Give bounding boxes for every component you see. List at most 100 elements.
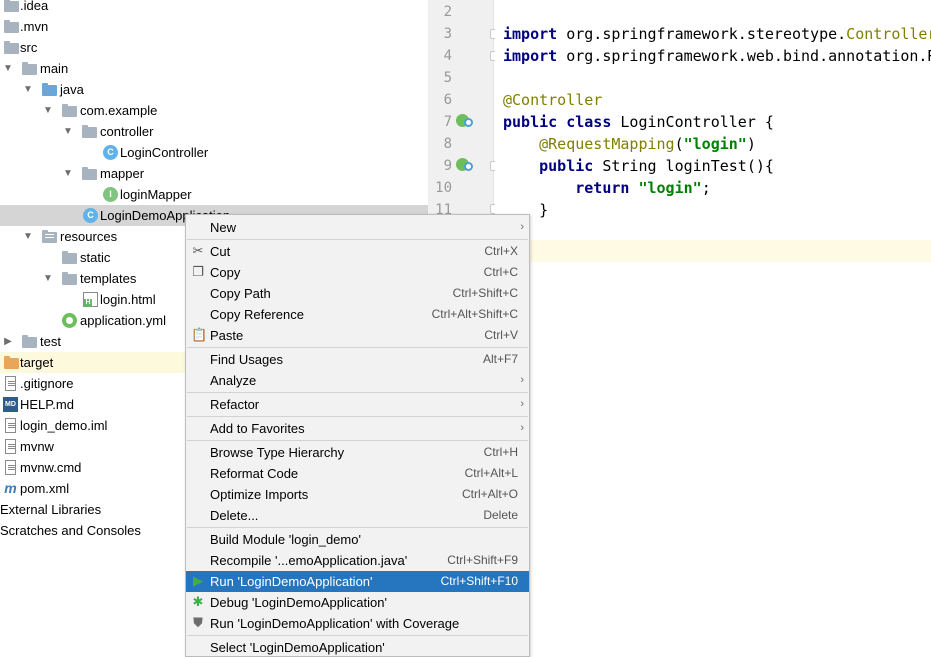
submenu-arrow-icon: › xyxy=(520,221,524,233)
tree-item-mapper[interactable]: ▼ mapper xyxy=(0,163,428,184)
tree-item-label: .mvn xyxy=(20,19,49,34)
code-line-10: return "login"; xyxy=(575,179,711,197)
menu-separator xyxy=(187,392,528,393)
code-line-9: public String loginTest(){ xyxy=(539,157,774,175)
menu-item-reformat-code[interactable]: Reformat Code Ctrl+Alt+L xyxy=(186,463,529,484)
tree-item-main[interactable]: ▼ main xyxy=(0,58,428,79)
code-line-4: import org.springframework.web.bind.anno… xyxy=(503,47,931,65)
menu-item-copy[interactable]: ❐ Copy Ctrl+C xyxy=(186,262,529,283)
menu-item-refactor[interactable]: Refactor › xyxy=(186,394,529,415)
tree-item-login-controller[interactable]: C LoginController xyxy=(0,142,428,163)
spring-bean-gutter-icon[interactable] xyxy=(456,113,474,129)
menu-item-build-module[interactable]: Build Module 'login_demo' xyxy=(186,529,529,550)
tree-item-label: External Libraries xyxy=(0,502,102,517)
tree-item-label: application.yml xyxy=(80,313,166,328)
folder-icon xyxy=(22,62,37,75)
menu-item-browse-type-hierarchy[interactable]: Browse Type Hierarchy Ctrl+H xyxy=(186,442,529,463)
line-number: 4 xyxy=(443,48,452,64)
tree-item-label: LoginController xyxy=(120,145,209,160)
source-folder-icon xyxy=(42,83,57,96)
menu-item-find-usages[interactable]: Find Usages Alt+F7 xyxy=(186,349,529,370)
tree-item-label: resources xyxy=(60,229,118,244)
menu-item-paste[interactable]: 📋 Paste Ctrl+V xyxy=(186,325,529,346)
menu-item-cut[interactable]: ✂ Cut Ctrl+X xyxy=(186,241,529,262)
copy-icon: ❐ xyxy=(192,264,204,279)
submenu-arrow-icon: › xyxy=(520,422,524,434)
paste-icon: 📋 xyxy=(191,327,208,342)
caret-line-highlight xyxy=(495,240,931,262)
package-icon xyxy=(62,104,77,117)
interface-icon: I xyxy=(103,187,118,202)
file-icon xyxy=(5,418,16,433)
menu-item-run[interactable]: ▶ Run 'LoginDemoApplication' Ctrl+Shift+… xyxy=(186,571,529,592)
code-line-8: @RequestMapping("login") xyxy=(539,135,756,153)
chevron-down-icon[interactable]: ▼ xyxy=(42,100,54,121)
line-number: 3 xyxy=(443,26,452,42)
line-number: 2 xyxy=(443,4,452,20)
tree-item-mvn[interactable]: .mvn xyxy=(0,16,428,37)
tree-item-idea[interactable]: .idea xyxy=(0,0,428,16)
chevron-right-icon[interactable]: ▶ xyxy=(2,331,14,352)
menu-item-copy-path[interactable]: Copy Path Ctrl+Shift+C xyxy=(186,283,529,304)
tree-item-login-mapper[interactable]: I loginMapper xyxy=(0,184,428,205)
chevron-down-icon[interactable]: ▼ xyxy=(22,79,34,100)
package-icon xyxy=(82,167,97,180)
folder-icon xyxy=(22,335,37,348)
menu-item-new[interactable]: New › xyxy=(186,217,529,238)
menu-separator xyxy=(187,239,528,240)
chevron-down-icon[interactable]: ▼ xyxy=(22,226,34,247)
tree-item-label: .idea xyxy=(20,0,49,13)
chevron-down-icon[interactable]: ▼ xyxy=(2,58,14,79)
code-line-3: import org.springframework.stereotype.Co… xyxy=(503,25,931,43)
tree-item-label: login.html xyxy=(100,292,156,307)
tree-item-label: src xyxy=(20,40,38,55)
tree-item-label: mvnw xyxy=(20,439,54,454)
menu-item-copy-reference[interactable]: Copy Reference Ctrl+Alt+Shift+C xyxy=(186,304,529,325)
file-icon xyxy=(5,376,16,391)
chevron-down-icon[interactable]: ▼ xyxy=(62,121,74,142)
folder-icon xyxy=(4,0,19,12)
tree-item-label: test xyxy=(40,334,61,349)
tree-item-label: mapper xyxy=(100,166,145,181)
menu-separator xyxy=(187,635,528,636)
debug-icon: ✱ xyxy=(192,594,204,609)
menu-item-select[interactable]: Select 'LoginDemoApplication' xyxy=(186,637,529,656)
coverage-icon: ⛊ xyxy=(193,615,203,630)
tree-item-label: templates xyxy=(80,271,137,286)
submenu-arrow-icon: › xyxy=(520,374,524,386)
line-number: 7 xyxy=(443,114,452,130)
tree-item-label: HELP.md xyxy=(20,397,74,412)
tree-item-java[interactable]: ▼ java xyxy=(0,79,428,100)
menu-item-analyze[interactable]: Analyze › xyxy=(186,370,529,391)
tree-item-label: controller xyxy=(100,124,154,139)
menu-item-delete[interactable]: Delete... Delete xyxy=(186,505,529,526)
tree-item-label: static xyxy=(80,250,111,265)
menu-item-optimize-imports[interactable]: Optimize Imports Ctrl+Alt+O xyxy=(186,484,529,505)
code-editor[interactable]: import org.springframework.stereotype.Co… xyxy=(495,0,931,657)
tree-item-label: com.example xyxy=(80,103,158,118)
menu-separator xyxy=(187,527,528,528)
tree-item-controller[interactable]: ▼ controller xyxy=(0,121,428,142)
html-file-icon xyxy=(83,292,98,307)
menu-item-run-with-coverage[interactable]: ⛊ Run 'LoginDemoApplication' with Covera… xyxy=(186,613,529,634)
tree-item-src[interactable]: src xyxy=(0,37,428,58)
package-icon xyxy=(82,125,97,138)
menu-separator xyxy=(187,416,528,417)
chevron-down-icon[interactable]: ▼ xyxy=(62,163,74,184)
menu-item-recompile[interactable]: Recompile '...emoApplication.java' Ctrl+… xyxy=(186,550,529,571)
line-number: 5 xyxy=(443,70,452,86)
menu-item-add-to-favorites[interactable]: Add to Favorites › xyxy=(186,418,529,439)
tree-item-com-example[interactable]: ▼ com.example xyxy=(0,100,428,121)
markdown-icon: MD xyxy=(3,397,18,412)
chevron-down-icon[interactable]: ▼ xyxy=(42,268,54,289)
folder-icon xyxy=(4,41,19,54)
folder-icon xyxy=(62,251,77,264)
spring-mapping-gutter-icon[interactable] xyxy=(456,157,474,173)
folder-icon xyxy=(62,272,77,285)
tree-item-label: target xyxy=(20,355,54,370)
code-line-7: public class LoginController { xyxy=(503,113,774,131)
maven-icon: m xyxy=(4,480,17,496)
folder-icon xyxy=(4,20,19,33)
menu-item-debug[interactable]: ✱ Debug 'LoginDemoApplication' xyxy=(186,592,529,613)
tree-item-label: loginMapper xyxy=(120,187,192,202)
